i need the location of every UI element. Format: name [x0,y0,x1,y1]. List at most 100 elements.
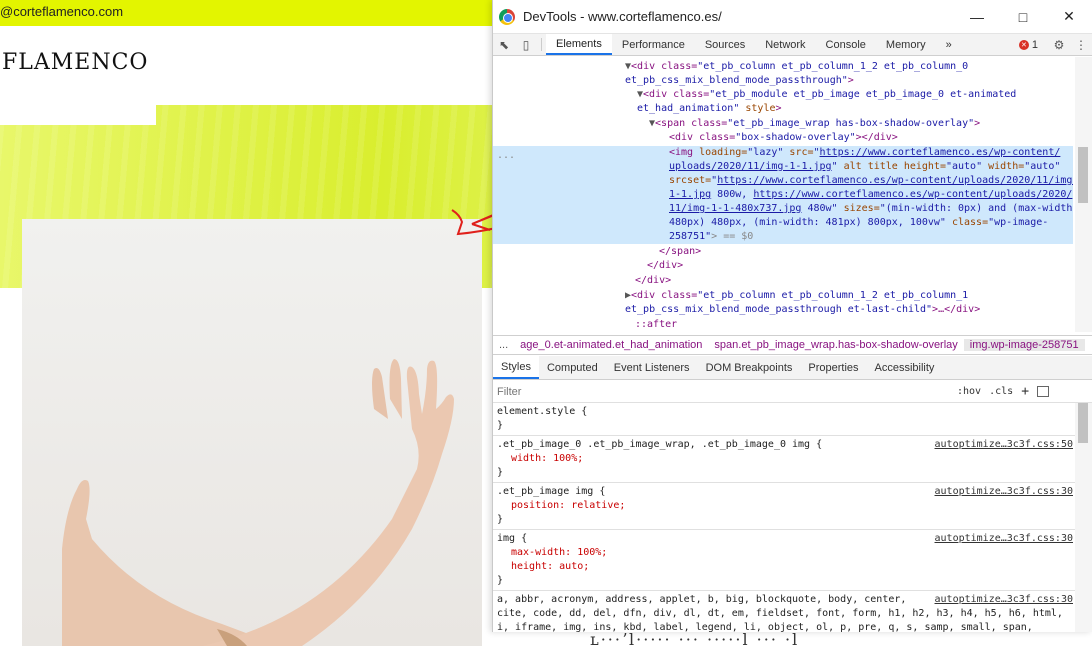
code-value: 800w, [711,189,754,200]
rule-source-link[interactable]: autoptimize…3c3f.css:30 [935,532,1073,546]
dom-close-div[interactable]: </div> [635,274,671,289]
sidebar-tabs: Styles Computed Event Listeners DOM Brea… [493,356,1092,380]
styles-scrollbar[interactable] [1075,403,1092,632]
class-toggle[interactable]: .cls [989,386,1013,397]
hero-image-hands [22,219,482,646]
rule-source-link[interactable]: autoptimize…3c3f.css:50 [935,438,1073,452]
tab-memory[interactable]: Memory [876,34,936,55]
hover-state-toggle[interactable]: :hov [957,386,981,397]
tab-properties[interactable]: Properties [800,356,866,379]
customize-menu-button[interactable]: ⋮ [1070,38,1092,52]
devtools-titlebar[interactable]: DevTools - www.corteflamenco.es/ — □ ✕ [493,0,1092,34]
code-value: "et_pb_module et_pb_image et_pb_image_0 … [709,89,1017,100]
dom-node-img-selected[interactable]: <img loading="lazy" src="https://www.cor… [669,146,1060,161]
scrollbar-thumb[interactable] [1078,147,1088,203]
code-tag: <div class= [669,132,736,143]
code-value: 480px) 480px, (min-width: 481px) 800px, … [669,217,946,228]
more-tabs-button[interactable]: » [936,34,962,55]
tab-event-listeners[interactable]: Event Listeners [606,356,698,379]
css-property[interactable]: width: 100%; [497,452,1071,466]
device-toolbar-button[interactable]: ▯ [515,34,537,55]
styles-pane[interactable]: element.style { } .et_pb_image_0 .et_pb_… [493,403,1075,632]
css-property[interactable]: position: relative; [497,499,1071,513]
style-rule-image-wrap[interactable]: .et_pb_image_0 .et_pb_image_wrap, .et_pb… [493,436,1075,483]
img-src-link[interactable]: https://www.corteflamenco.es/wp-content/ [820,147,1061,158]
dom-node-column-1-cont: et_pb_css_mix_blend_mode_passthrough et-… [625,303,980,318]
code-attr: src= [783,147,814,158]
tab-dom-breakpoints[interactable]: DOM Breakpoints [698,356,801,379]
style-rule-element[interactable]: element.style { } [493,403,1075,436]
code-tag: <span class= [655,118,728,129]
dom-node-box-shadow-overlay[interactable]: <div class="box-shadow-overlay"></div> [669,131,898,146]
code-value: et_pb_css_mix_blend_mode_passthrough" [625,75,848,86]
rule-source-link[interactable]: autoptimize…3c3f.css:30 [935,485,1073,499]
style-rule-image-img[interactable]: .et_pb_image img { autoptimize…3c3f.css:… [493,483,1075,530]
tab-sources[interactable]: Sources [695,34,755,55]
new-style-rule-button[interactable]: + [1021,384,1029,399]
site-logo[interactable]: FLAMENCO [2,50,148,75]
tab-network[interactable]: Network [755,34,815,55]
dom-close-span[interactable]: </span> [659,245,701,260]
tab-styles[interactable]: Styles [493,356,539,379]
tab-elements[interactable]: Elements [546,34,612,55]
device-icon: ▯ [522,37,530,52]
breadcrumb-image-module[interactable]: age_0.et-animated.et_had_animation [514,339,708,351]
style-rule-img[interactable]: img { autoptimize…3c3f.css:30 max-width:… [493,530,1075,591]
filter-options: :hov .cls + [949,384,1050,399]
minimize-icon: — [970,8,984,25]
maximize-button[interactable]: □ [1000,0,1046,34]
style-rule-reset[interactable]: a, abbr, acronym, address, applet, b, bi… [493,591,1075,632]
dom-close-div[interactable]: </div> [647,259,683,274]
site-email[interactable]: @corteflamenco.com [0,4,123,19]
css-property[interactable]: height: auto; [497,560,1071,574]
dom-tree-scrollbar[interactable] [1075,57,1092,332]
cursor-select-icon: ⬉ [498,37,510,52]
code-attr: loading= [693,147,748,158]
breadcrumb-image-wrap[interactable]: span.et_pb_image_wrap.has-box-shadow-ove… [708,339,963,351]
breadcrumb-overflow[interactable]: ... [493,339,514,351]
tab-computed[interactable]: Computed [539,356,606,379]
srcset-link[interactable]: https://www.corteflamenco.es/wp-content/… [753,189,1072,200]
dom-pseudo-after[interactable]: ::after [635,318,677,332]
srcset-link[interactable]: https://www.corteflamenco.es/wp-content/… [717,175,1073,186]
srcset-link[interactable]: 11/img-1-1-480x737.jpg [669,203,801,214]
inspect-element-button[interactable]: ⬉ [493,34,515,55]
window-title: DevTools - www.corteflamenco.es/ [523,9,722,24]
rule-source-link[interactable]: autoptimize…3c3f.css:30 [935,593,1073,607]
code-tag: <div class= [631,61,698,72]
code-value: "et_pb_column et_pb_column_1_2 et_pb_col… [697,290,969,301]
code-tag: </span> [659,246,702,257]
styles-filter-input[interactable] [497,383,949,400]
settings-button[interactable]: ⚙ [1048,38,1070,52]
code-value: "lazy" [747,147,784,158]
gear-icon: ⚙ [1053,38,1065,52]
dom-node-column-1[interactable]: ▶<div class="et_pb_column et_pb_column_1… [625,289,968,304]
srcset-link[interactable]: 1-1.jpg [669,189,711,200]
dom-node-column-0-cont: et_pb_css_mix_blend_mode_passthrough"> [625,75,854,86]
error-icon: ✕ [1018,40,1029,50]
code-attr: style [739,103,776,114]
code-tag: >…</div> [932,304,981,315]
breadcrumb-img[interactable]: img.wp-image-258751 [963,339,1085,351]
error-counter[interactable]: ✕ 1 [1018,39,1038,51]
code-value: "auto" [1024,161,1061,172]
toggle-sidebar-icon[interactable] [1037,386,1050,397]
minimize-button[interactable]: — [954,0,1000,34]
tab-performance[interactable]: Performance [612,34,695,55]
dom-node-image-wrap[interactable]: ▼<span class="et_pb_image_wrap has-box-s… [649,117,980,132]
tab-console[interactable]: Console [816,34,876,55]
scrollbar-thumb[interactable] [1078,403,1088,443]
dom-tree-panel[interactable]: ▼<div class="et_pb_column et_pb_column_1… [493,57,1073,332]
dom-node-img-line7: 258751"> == $0 [669,230,753,245]
dom-node-column-0[interactable]: ▼<div class="et_pb_column et_pb_column_1… [625,60,968,75]
img-src-link[interactable]: uploads/2020/11/img-1-1.jpg [669,161,832,172]
css-property[interactable]: max-width: 100%; [497,546,1071,560]
dom-node-image-module[interactable]: ▼<div class="et_pb_module et_pb_image et… [637,88,1016,103]
tab-accessibility[interactable]: Accessibility [867,356,943,379]
node-actions-ellipsis[interactable]: ... [497,149,515,164]
code-value: "auto" [945,161,983,172]
code-attr: sizes= [837,203,880,214]
code-attr: alt title height= [837,161,946,172]
error-count: 1 [1031,39,1038,51]
close-button[interactable]: ✕ [1046,0,1092,34]
